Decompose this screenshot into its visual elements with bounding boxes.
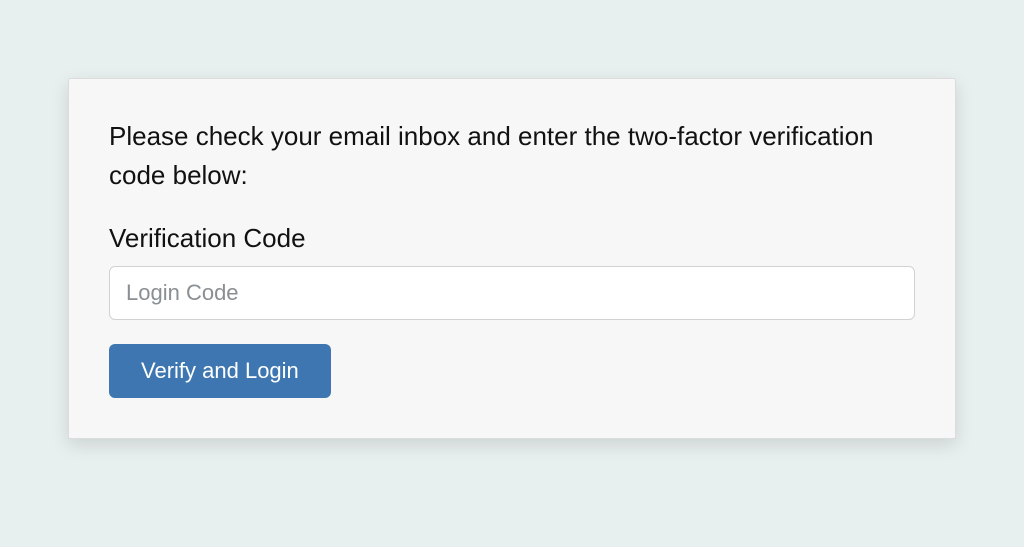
two-factor-card: Please check your email inbox and enter … (68, 78, 956, 439)
verification-code-input[interactable] (109, 266, 915, 320)
verification-code-label: Verification Code (109, 223, 915, 254)
verify-login-button[interactable]: Verify and Login (109, 344, 331, 398)
instruction-text: Please check your email inbox and enter … (109, 117, 915, 195)
